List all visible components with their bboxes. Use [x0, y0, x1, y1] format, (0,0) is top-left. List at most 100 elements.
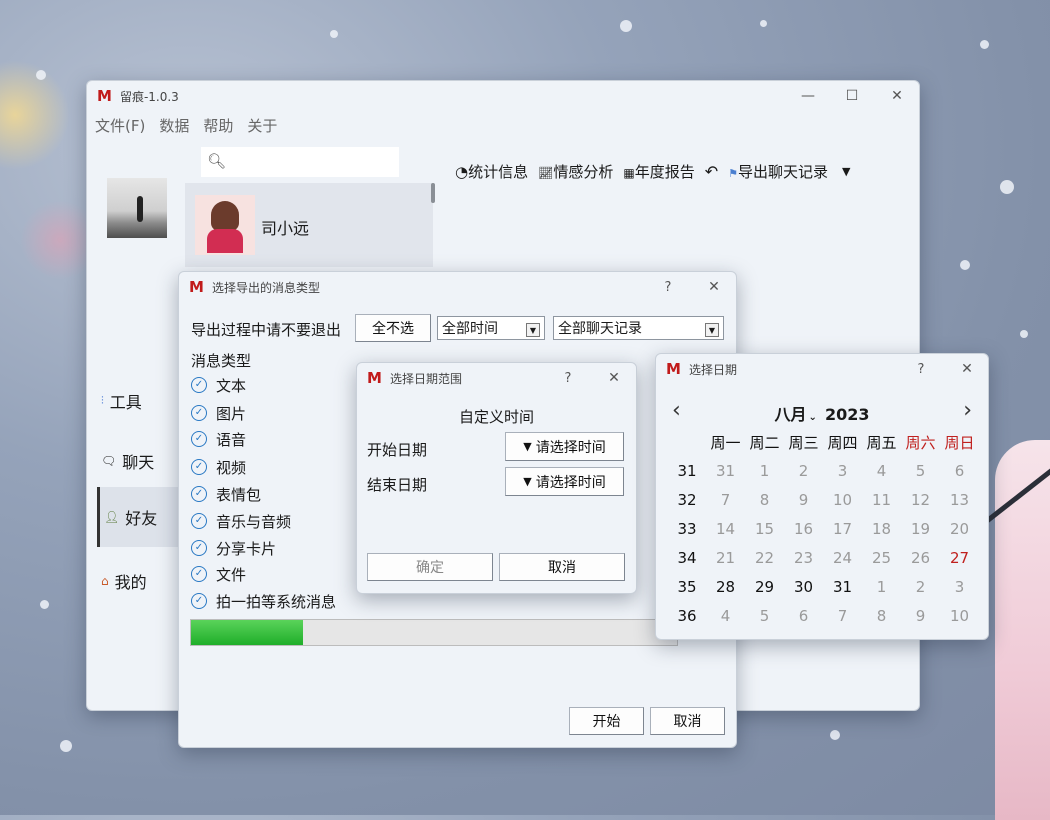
- close-button[interactable]: ✕: [882, 81, 912, 111]
- deselect-all-button[interactable]: 全不选: [355, 314, 431, 342]
- undo-icon[interactable]: ↶: [705, 162, 718, 181]
- calendar-day[interactable]: 2: [784, 462, 823, 480]
- calendar-day[interactable]: 20: [940, 520, 979, 538]
- year-select[interactable]: 2023: [825, 405, 870, 424]
- close-button[interactable]: ✕: [599, 363, 629, 393]
- emotion-button[interactable]: 📈︎情感分析: [538, 161, 613, 182]
- type-checkbox-sticker[interactable]: ✓ 表情包: [191, 483, 261, 505]
- contact-list: 司小远: [185, 183, 435, 267]
- calendar-day[interactable]: 1: [862, 578, 901, 596]
- calendar-day[interactable]: 9: [901, 607, 940, 625]
- calendar-day[interactable]: 7: [823, 607, 862, 625]
- search-input[interactable]: [229, 151, 393, 173]
- calendar-day[interactable]: 18: [862, 520, 901, 538]
- avatar-body-icon: [207, 229, 243, 253]
- type-checkbox-text[interactable]: ✓ 文本: [191, 374, 246, 396]
- record-range-select[interactable]: 全部聊天记录 ▼: [553, 316, 724, 340]
- next-month-button[interactable]: ›: [963, 398, 972, 423]
- nav-tools[interactable]: ⫶ 工具: [101, 389, 142, 413]
- weekday-label: 周四: [827, 434, 858, 452]
- calendar-day[interactable]: 21: [706, 549, 745, 567]
- calendar-day[interactable]: 4: [706, 607, 745, 625]
- calendar-day[interactable]: 10: [940, 607, 979, 625]
- calendar-day[interactable]: 13: [940, 491, 979, 509]
- calendar-day[interactable]: 6: [784, 607, 823, 625]
- snowflake: [36, 70, 46, 80]
- type-label: 文本: [216, 376, 247, 395]
- calendar-day[interactable]: 5: [745, 607, 784, 625]
- calendar-day[interactable]: 5: [901, 462, 940, 480]
- calendar-day[interactable]: 29: [745, 578, 784, 596]
- type-checkbox-file[interactable]: ✓ 文件: [191, 563, 246, 585]
- calendar-day[interactable]: 31: [706, 462, 745, 480]
- type-checkbox-music[interactable]: ✓ 音乐与音频: [191, 510, 291, 532]
- calendar-day[interactable]: 30: [784, 578, 823, 596]
- type-checkbox-system[interactable]: ✓ 拍一拍等系统消息: [191, 590, 336, 612]
- ok-button[interactable]: 确定: [367, 553, 493, 581]
- menu-data[interactable]: 数据: [159, 115, 189, 136]
- user-avatar[interactable]: [107, 178, 167, 238]
- calendar-day[interactable]: 1: [745, 462, 784, 480]
- calendar-day[interactable]: 28: [706, 578, 745, 596]
- help-button[interactable]: ?: [553, 363, 583, 393]
- type-checkbox-image[interactable]: ✓ 图片: [191, 402, 246, 424]
- annual-report-button[interactable]: ▦年度报告: [623, 161, 694, 182]
- menu-file[interactable]: 文件(F): [95, 115, 145, 136]
- calendar-day[interactable]: 25: [862, 549, 901, 567]
- calendar-day[interactable]: 14: [706, 520, 745, 538]
- calendar-day[interactable]: 22: [745, 549, 784, 567]
- calendar-day[interactable]: 6: [940, 462, 979, 480]
- calendar-day[interactable]: 3: [940, 578, 979, 596]
- help-button[interactable]: ?: [653, 272, 683, 302]
- start-date-picker-button[interactable]: ▼ 请选择时间: [505, 432, 624, 461]
- close-button[interactable]: ✕: [952, 354, 982, 384]
- calendar-day[interactable]: 8: [745, 491, 784, 509]
- month-select[interactable]: 八月: [775, 405, 807, 424]
- toolbar-dropdown-icon[interactable]: ▼: [842, 165, 850, 178]
- calendar-day[interactable]: 10: [823, 491, 862, 509]
- calendar-day[interactable]: 24: [823, 549, 862, 567]
- cancel-button[interactable]: 取消: [650, 707, 725, 735]
- minimize-button[interactable]: —: [793, 81, 823, 111]
- background-figure: [995, 440, 1050, 820]
- type-checkbox-voice[interactable]: ✓ 语音: [191, 428, 246, 450]
- calendar-day[interactable]: 17: [823, 520, 862, 538]
- end-date-picker-button[interactable]: ▼ 请选择时间: [505, 467, 624, 496]
- calendar-day[interactable]: 11: [862, 491, 901, 509]
- contact-scrollbar[interactable]: [431, 183, 435, 203]
- contact-item[interactable]: 司小远: [185, 183, 429, 267]
- cancel-button[interactable]: 取消: [499, 553, 625, 581]
- nav-mine[interactable]: ⌂ 我的: [101, 569, 147, 593]
- weekday-label: 周五: [866, 434, 897, 452]
- calendar-day[interactable]: 16: [784, 520, 823, 538]
- calendar-day[interactable]: 23: [784, 549, 823, 567]
- calendar-day[interactable]: 15: [745, 520, 784, 538]
- calendar-day[interactable]: 7: [706, 491, 745, 509]
- menu-help[interactable]: 帮助: [203, 115, 233, 136]
- type-checkbox-video[interactable]: ✓ 视频: [191, 456, 246, 478]
- calendar-day[interactable]: 26: [901, 549, 940, 567]
- calendar-day[interactable]: 12: [901, 491, 940, 509]
- close-button[interactable]: ✕: [699, 272, 729, 302]
- time-range-select[interactable]: 全部时间 ▼: [437, 316, 545, 340]
- help-button[interactable]: ?: [906, 354, 936, 384]
- calendar-day[interactable]: 19: [901, 520, 940, 538]
- stats-button[interactable]: ◔统计信息: [455, 161, 528, 182]
- month-year-header: 八月 ⌄ 2023: [656, 401, 988, 425]
- start-button[interactable]: 开始: [569, 707, 644, 735]
- type-checkbox-share-card[interactable]: ✓ 分享卡片: [191, 537, 276, 559]
- nav-friends[interactable]: 👤︎ 好友: [97, 487, 181, 547]
- calendar-day[interactable]: 2: [901, 578, 940, 596]
- calendar-day[interactable]: 8: [862, 607, 901, 625]
- calendar-day[interactable]: 31: [823, 578, 862, 596]
- avatar-figure: [137, 196, 143, 222]
- calendar-day[interactable]: 9: [784, 491, 823, 509]
- nav-chat[interactable]: 🗨︎ 聊天: [101, 449, 154, 473]
- export-button[interactable]: ⚑导出聊天记录: [728, 161, 828, 182]
- maximize-button[interactable]: ☐: [837, 81, 867, 111]
- calendar-day[interactable]: 27: [940, 549, 979, 567]
- calendar-day[interactable]: 3: [823, 462, 862, 480]
- search-box[interactable]: 🔍︎: [201, 147, 399, 177]
- menu-about[interactable]: 关于: [247, 115, 277, 136]
- calendar-day[interactable]: 4: [862, 462, 901, 480]
